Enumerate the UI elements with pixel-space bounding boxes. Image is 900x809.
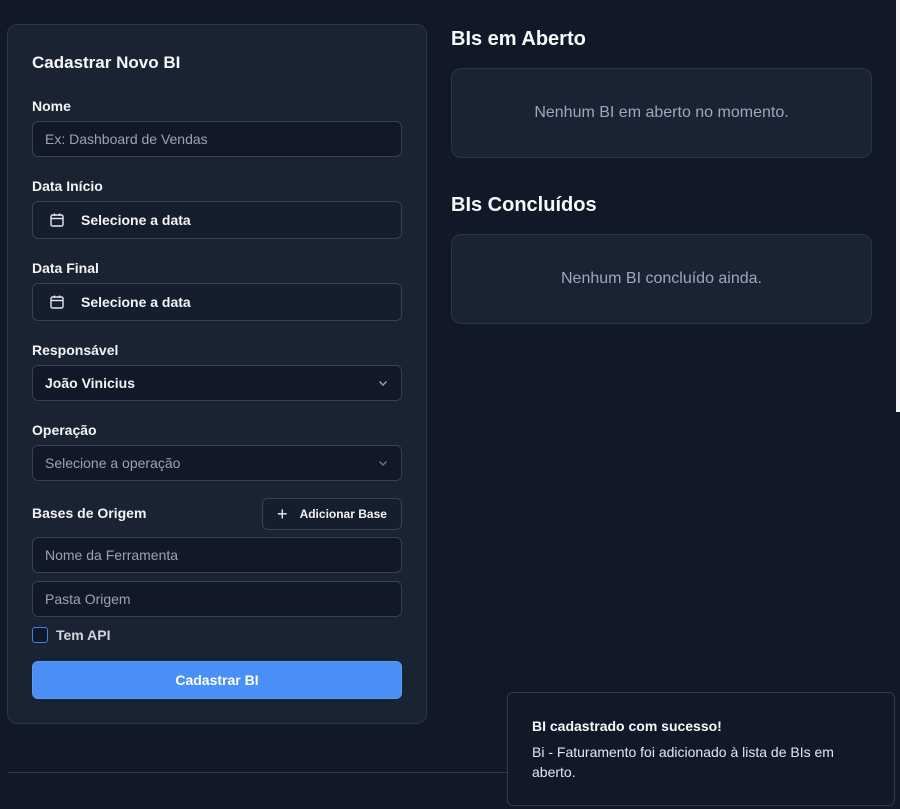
chevron-down-icon <box>379 381 387 386</box>
open-bis-empty-card: Nenhum BI em aberto no momento. <box>451 68 872 158</box>
done-bis-title: BIs Concluídos <box>451 194 597 216</box>
end-date-text: Selecione a data <box>81 294 191 310</box>
chevron-down-icon <box>379 461 387 466</box>
has-api-row: Tem API <box>32 627 110 643</box>
has-api-checkbox[interactable] <box>32 627 48 643</box>
tool-name-input[interactable]: Nome da Ferramenta <box>32 537 402 573</box>
calendar-icon <box>50 295 64 309</box>
toast-description: Bi - Faturamento foi adicionado à lista … <box>532 744 834 780</box>
add-base-button[interactable]: + Adicionar Base <box>262 498 402 530</box>
source-folder-input[interactable]: Pasta Origem <box>32 581 402 617</box>
calendar-icon <box>50 213 64 227</box>
open-bis-title: BIs em Aberto <box>451 28 586 50</box>
submit-bi-button[interactable]: Cadastrar BI <box>32 661 402 699</box>
sources-label: Bases de Origem <box>32 505 147 521</box>
operation-placeholder: Selecione a operação <box>45 455 181 471</box>
source-folder-placeholder: Pasta Origem <box>45 591 131 607</box>
responsible-label: Responsável <box>32 342 119 358</box>
end-date-button[interactable]: Selecione a data <box>32 283 402 321</box>
end-date-label: Data Final <box>32 260 99 276</box>
scrollbar[interactable] <box>896 0 900 412</box>
toast-title: BI cadastrado com sucesso! <box>532 718 722 734</box>
responsible-value: João Vinicius <box>45 375 135 391</box>
form-title: Cadastrar Novo BI <box>32 53 181 72</box>
operation-select[interactable]: Selecione a operação <box>32 445 402 481</box>
add-base-label: Adicionar Base <box>299 507 387 521</box>
start-date-button[interactable]: Selecione a data <box>32 201 402 239</box>
start-date-text: Selecione a data <box>81 212 191 228</box>
done-bis-empty-card: Nenhum BI concluído ainda. <box>451 234 872 324</box>
success-toast[interactable]: BI cadastrado com sucesso! Bi - Faturame… <box>507 692 895 806</box>
tool-name-placeholder: Nome da Ferramenta <box>45 547 179 563</box>
responsible-select[interactable]: João Vinicius <box>32 365 402 401</box>
operation-label: Operação <box>32 422 97 438</box>
name-label: Nome <box>32 98 71 114</box>
name-input[interactable]: Ex: Dashboard de Vendas <box>32 121 402 157</box>
register-bi-form: Cadastrar Novo BI Nome Ex: Dashboard de … <box>7 24 427 724</box>
plus-icon: + <box>277 504 288 524</box>
has-api-label: Tem API <box>56 627 111 643</box>
name-placeholder: Ex: Dashboard de Vendas <box>45 131 208 147</box>
start-date-label: Data Início <box>32 178 103 194</box>
footer-divider <box>7 772 517 773</box>
open-bis-empty-text: Nenhum BI em aberto no momento. <box>534 104 789 121</box>
done-bis-empty-text: Nenhum BI concluído ainda. <box>560 270 762 287</box>
